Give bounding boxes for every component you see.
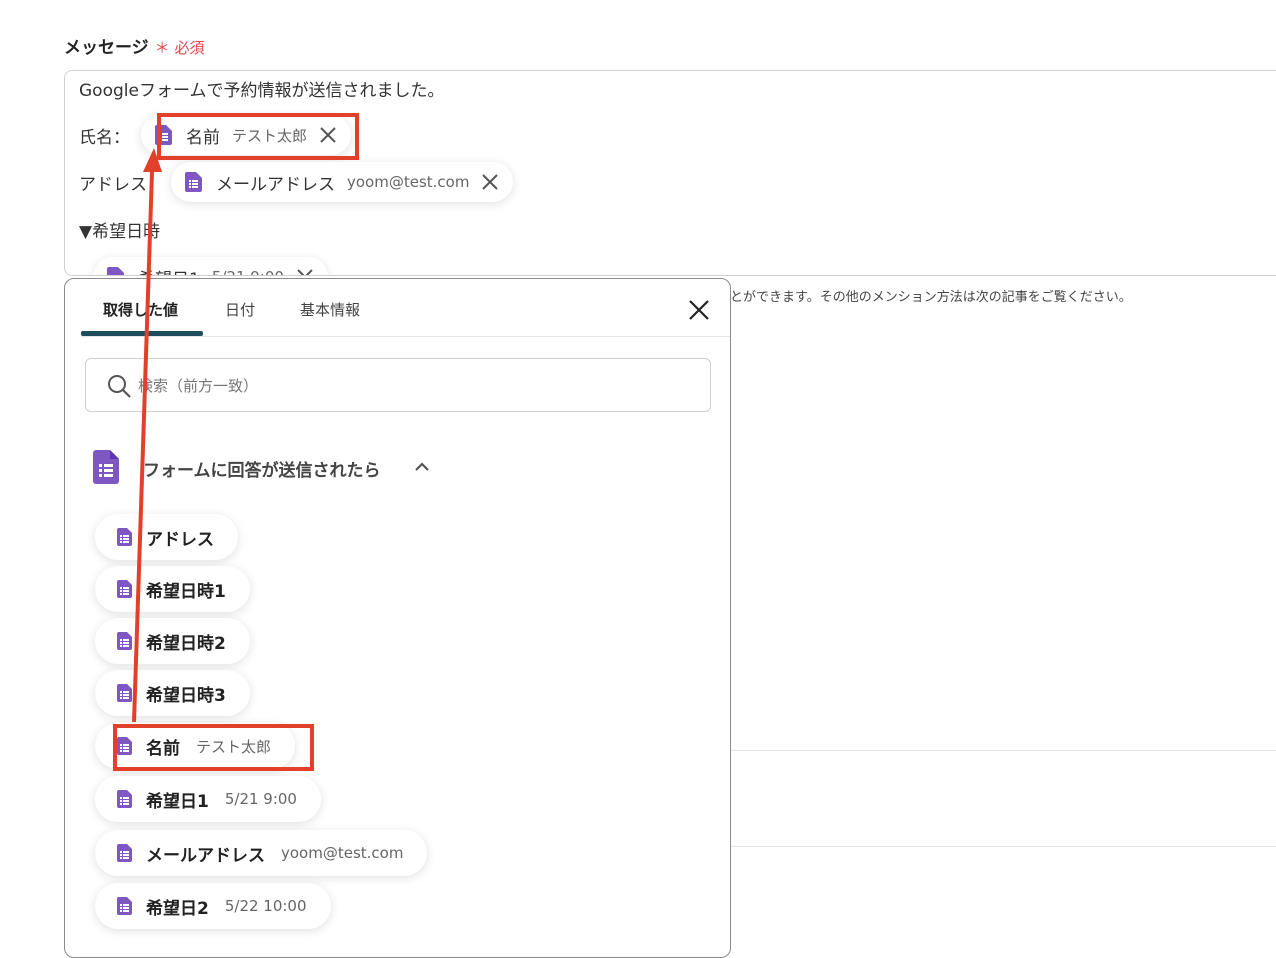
tab-basic-info[interactable]: 基本情報 — [300, 299, 360, 320]
item-name: 希望日時2 — [146, 633, 226, 654]
list-item[interactable]: メールアドレス yoom@test.com — [95, 830, 428, 876]
search-icon — [108, 375, 131, 398]
value-picker-panel: 取得した値 日付 基本情報 検索（前方一致） フォームに回答が送信されたら アド… — [64, 278, 731, 958]
pill-value: 5/21 9:00 — [212, 268, 284, 275]
google-forms-icon — [107, 267, 124, 275]
mention-pill-email[interactable]: メールアドレス yoom@test.com — [171, 162, 514, 202]
tab-acquired-values[interactable]: 取得した値 — [103, 299, 178, 320]
google-forms-icon — [117, 844, 132, 862]
list-item[interactable]: 希望日時1 — [95, 566, 250, 612]
item-name: 希望日時1 — [146, 581, 226, 602]
google-forms-icon — [117, 580, 132, 598]
message-field-label: メッセージ ＊ 必須 — [64, 33, 204, 58]
panel-tabs: 取得した値 日付 基本情報 — [81, 279, 730, 337]
item-name: メールアドレス — [146, 845, 265, 866]
search-placeholder: 検索（前方一致） — [138, 377, 259, 395]
google-forms-icon — [185, 172, 202, 192]
google-forms-icon — [117, 790, 132, 808]
remove-icon[interactable] — [296, 268, 314, 276]
remove-icon[interactable] — [481, 173, 499, 191]
highlight-box-inserted — [157, 113, 359, 160]
google-forms-icon — [117, 897, 132, 915]
google-forms-icon — [117, 684, 132, 702]
item-value: yoom@test.com — [281, 844, 404, 862]
google-forms-icon — [93, 450, 119, 484]
mention-hint-text: とができます。その他のメンション方法は次の記事をご覧ください。 — [730, 290, 1132, 305]
pill-name: 希望日1 — [138, 265, 200, 276]
required-badge: ＊ 必須 — [154, 39, 205, 57]
pill-value: yoom@test.com — [347, 173, 470, 191]
editor-address-label: アドレス： — [79, 175, 164, 195]
mention-pill-date[interactable]: 希望日1 5/21 9:00 — [93, 257, 328, 276]
list-item[interactable]: 希望日時3 — [95, 670, 250, 716]
item-name: 希望日1 — [146, 791, 209, 812]
list-item[interactable]: アドレス — [95, 514, 238, 560]
highlight-box-source — [113, 724, 314, 771]
item-value: 5/22 10:00 — [224, 897, 307, 915]
editor-line-intro: Googleフォームで予約情報が送信されました。 — [79, 81, 445, 101]
google-forms-icon — [117, 528, 132, 546]
list-item[interactable]: 希望日2 5/22 10:00 — [95, 883, 331, 929]
item-name: アドレス — [146, 529, 214, 550]
group-title: フォームに回答が送信されたら — [143, 461, 381, 481]
item-name: 希望日2 — [146, 898, 209, 919]
message-editor[interactable]: Googleフォームで予約情報が送信されました。 氏名： 名前 テスト太郎 アド… — [64, 70, 1276, 276]
pill-name: メールアドレス — [216, 174, 335, 195]
editor-date-heading: ▼希望日時 — [79, 222, 161, 242]
close-icon[interactable] — [687, 298, 711, 322]
google-forms-icon — [117, 632, 132, 650]
search-input[interactable]: 検索（前方一致） — [85, 358, 711, 412]
divider — [730, 750, 1276, 751]
message-label-text: メッセージ — [64, 38, 149, 58]
list-item[interactable]: 希望日時2 — [95, 618, 250, 664]
active-tab-indicator — [81, 331, 203, 336]
editor-name-label: 氏名： — [79, 128, 130, 148]
list-item[interactable]: 希望日1 5/21 9:00 — [95, 776, 321, 822]
tab-date[interactable]: 日付 — [225, 299, 255, 320]
item-value: 5/21 9:00 — [224, 790, 297, 808]
divider — [730, 846, 1276, 847]
chevron-up-icon[interactable] — [413, 458, 431, 476]
item-name: 希望日時3 — [146, 685, 226, 706]
